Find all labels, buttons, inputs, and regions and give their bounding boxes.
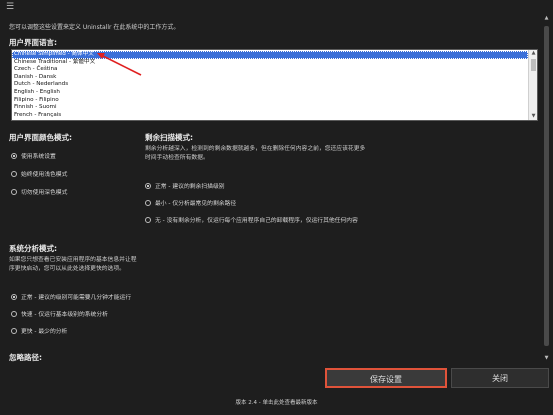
radio-button-icon[interactable] [11, 327, 17, 334]
radio-button-icon[interactable] [11, 293, 17, 300]
color-mode-option-label: 使用系统设置 [21, 154, 56, 160]
radio-button-icon[interactable] [11, 152, 17, 159]
scroll-up-arrow-icon[interactable]: ▲ [530, 50, 537, 57]
radio-button-icon[interactable] [145, 199, 151, 206]
radio-button-icon[interactable] [11, 170, 17, 177]
language-list-item[interactable]: Czech - Čeština [12, 66, 528, 74]
leftover-scan-option-label: 无 - 没有剩余分析，仅运行每个应用程序自己的卸载程序，仅运行其他任何内容 [155, 218, 358, 224]
language-items: Chinese Simplified - 简体中文 Chinese Traditi… [12, 51, 528, 119]
leftover-scan-option-label: 正常 - 建议的剩余扫描级别 [155, 184, 225, 190]
language-scroll-thumb[interactable] [531, 59, 536, 71]
system-analysis-option[interactable]: 快速 - 仅运行基本级别的系统分析 [11, 309, 108, 318]
leftover-scan-description-line: 剩余分析越深入，检测到的剩余数据就越多，但在删除任何内容之前，您还应该花更多 [145, 146, 366, 152]
language-section-title: 用户界面语言: [9, 38, 57, 47]
language-list-scrollbar[interactable]: ▲ ▼ [528, 50, 537, 120]
red-arrow-annotation-icon [97, 53, 142, 76]
system-analysis-section-title: 系统分析模式: [9, 244, 57, 253]
language-list-item[interactable]: Dutch - Nederlands [12, 81, 528, 89]
color-mode-option[interactable]: 切勿使用深色模式 [11, 187, 67, 196]
leftover-scan-description-line: 时间手动检查所有数据。 [145, 154, 209, 161]
main-scroll-thumb[interactable] [544, 26, 549, 346]
language-list-item[interactable]: Chinese Traditional - 繁體中文 [12, 59, 528, 67]
bottom-bar: 保存设置 关闭 版本 2.4 - 单击此处查看最新版本 [0, 362, 553, 415]
main-vertical-scrollbar[interactable]: ▲ ▼ [542, 14, 551, 362]
save-settings-button[interactable]: 保存设置 [325, 368, 447, 388]
radio-button-icon[interactable] [11, 310, 17, 317]
system-analysis-option-label: 正常 - 建议的级别可能需要几分钟才能运行 [21, 295, 132, 301]
language-listbox[interactable]: Chinese Simplified - 简体中文 Chinese Traditi… [11, 49, 538, 121]
system-analysis-option-label: 更快 - 最少的分析 [21, 329, 68, 335]
color-mode-option-label: 切勿使用深色模式 [21, 190, 68, 196]
title-bar: ☰ [0, 0, 553, 14]
system-analysis-description-line: 序更快启动，您可以从此处选择更快的选项。 [9, 265, 125, 272]
close-button[interactable]: 关闭 [451, 368, 549, 388]
radio-button-icon[interactable] [11, 188, 17, 195]
leftover-scan-section-title: 剩余扫描模式: [145, 133, 193, 142]
color-mode-option-label: 始终使用浅色模式 [21, 172, 68, 178]
hamburger-menu-icon[interactable]: ☰ [6, 2, 14, 12]
system-analysis-option-label: 快速 - 仅运行基本级别的系统分析 [21, 312, 108, 318]
color-mode-option[interactable]: 使用系统设置 [11, 151, 56, 160]
version-link[interactable]: 版本 2.4 - 单击此处查看最新版本 [0, 398, 553, 406]
language-list-item[interactable]: Danish - Dansk [12, 74, 528, 82]
intro-text: 您可以调整这些设置来定义 Uninstallr 在此系统中的工作方式。 [9, 24, 180, 31]
system-analysis-description-line: 如果您只想查看已安装应用程序的基本信息并让程 [9, 257, 137, 263]
radio-button-icon[interactable] [145, 216, 151, 223]
leftover-scan-option[interactable]: 无 - 没有剩余分析，仅运行每个应用程序自己的卸载程序，仅运行其他任何内容 [145, 215, 358, 224]
language-list-item[interactable]: Chinese Simplified - 简体中文 [12, 51, 528, 59]
system-analysis-option[interactable]: 正常 - 建议的级别可能需要几分钟才能运行 [11, 292, 131, 301]
language-list-item[interactable]: French - Français [12, 112, 528, 120]
leftover-scan-option[interactable]: 最小 - 仅分析最常见的剩余路径 [145, 198, 236, 207]
scroll-down-arrow-icon[interactable]: ▼ [530, 113, 537, 120]
radio-button-icon[interactable] [145, 182, 151, 189]
system-analysis-description: 如果您只想查看已安装应用程序的基本信息并让程 序更快启动，您可以从此处选择更快的… [9, 256, 137, 273]
color-mode-option[interactable]: 始终使用浅色模式 [11, 169, 67, 178]
leftover-scan-description: 剩余分析越深入，检测到的剩余数据就越多，但在删除任何内容之前，您还应该花更多 时… [145, 145, 365, 162]
language-list-item[interactable]: Finnish - Suomi [12, 104, 528, 112]
language-list-item[interactable]: English - English [12, 89, 528, 97]
main-scroll-up-icon[interactable]: ▲ [542, 15, 551, 21]
leftover-scan-option[interactable]: 正常 - 建议的剩余扫描级别 [145, 181, 225, 190]
color-mode-section-title: 用户界面颜色模式: [9, 133, 72, 142]
language-list-item[interactable]: Filipino - Filipino [12, 97, 528, 105]
system-analysis-option[interactable]: 更快 - 最少的分析 [11, 326, 67, 335]
main-scroll-down-icon[interactable]: ▼ [542, 355, 551, 361]
leftover-scan-option-label: 最小 - 仅分析最常见的剩余路径 [155, 201, 237, 207]
